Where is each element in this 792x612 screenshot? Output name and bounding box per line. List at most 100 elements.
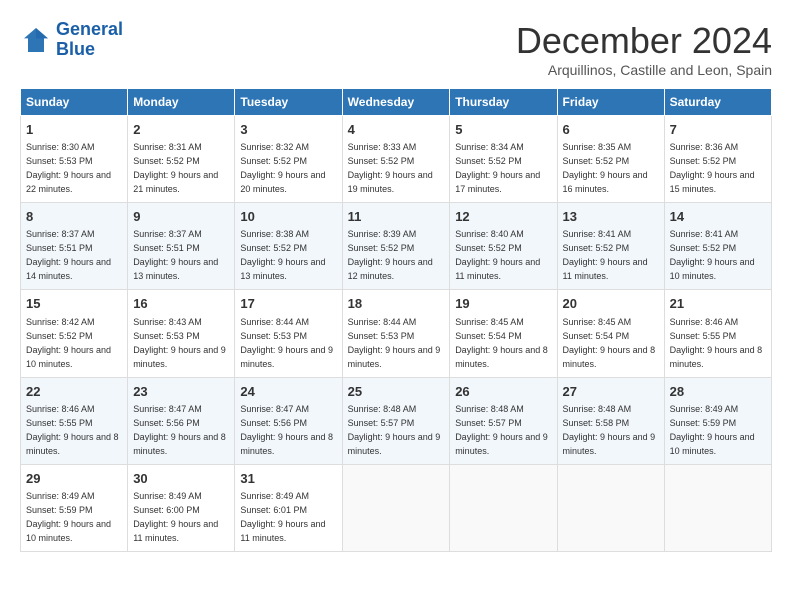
day-info: Sunrise: 8:41 AMSunset: 5:52 PMDaylight:… (670, 229, 755, 281)
day-number: 18 (348, 295, 445, 313)
list-item: 11 Sunrise: 8:39 AMSunset: 5:52 PMDaylig… (342, 203, 450, 290)
day-number: 24 (240, 383, 336, 401)
day-info: Sunrise: 8:49 AMSunset: 6:00 PMDaylight:… (133, 491, 218, 543)
logo-icon (20, 24, 52, 56)
month-title: December 2024 (516, 20, 772, 62)
day-info: Sunrise: 8:48 AMSunset: 5:57 PMDaylight:… (455, 404, 548, 456)
list-item: 21 Sunrise: 8:46 AMSunset: 5:55 PMDaylig… (664, 290, 771, 377)
day-info: Sunrise: 8:39 AMSunset: 5:52 PMDaylight:… (348, 229, 433, 281)
list-item: 15 Sunrise: 8:42 AMSunset: 5:52 PMDaylig… (21, 290, 128, 377)
day-number: 14 (670, 208, 766, 226)
col-saturday: Saturday (664, 89, 771, 116)
list-item: 27 Sunrise: 8:48 AMSunset: 5:58 PMDaylig… (557, 377, 664, 464)
day-info: Sunrise: 8:40 AMSunset: 5:52 PMDaylight:… (455, 229, 540, 281)
day-info: Sunrise: 8:48 AMSunset: 5:58 PMDaylight:… (563, 404, 656, 456)
day-info: Sunrise: 8:32 AMSunset: 5:52 PMDaylight:… (240, 142, 325, 194)
day-info: Sunrise: 8:36 AMSunset: 5:52 PMDaylight:… (670, 142, 755, 194)
list-item: 12 Sunrise: 8:40 AMSunset: 5:52 PMDaylig… (450, 203, 557, 290)
day-info: Sunrise: 8:42 AMSunset: 5:52 PMDaylight:… (26, 317, 111, 369)
list-item (664, 464, 771, 551)
day-info: Sunrise: 8:46 AMSunset: 5:55 PMDaylight:… (670, 317, 763, 369)
day-number: 1 (26, 121, 122, 139)
list-item: 1 Sunrise: 8:30 AMSunset: 5:53 PMDayligh… (21, 116, 128, 203)
list-item: 14 Sunrise: 8:41 AMSunset: 5:52 PMDaylig… (664, 203, 771, 290)
day-info: Sunrise: 8:37 AMSunset: 5:51 PMDaylight:… (133, 229, 218, 281)
list-item: 2 Sunrise: 8:31 AMSunset: 5:52 PMDayligh… (128, 116, 235, 203)
list-item: 7 Sunrise: 8:36 AMSunset: 5:52 PMDayligh… (664, 116, 771, 203)
day-number: 28 (670, 383, 766, 401)
list-item (342, 464, 450, 551)
table-row: 8 Sunrise: 8:37 AMSunset: 5:51 PMDayligh… (21, 203, 772, 290)
col-friday: Friday (557, 89, 664, 116)
day-info: Sunrise: 8:49 AMSunset: 5:59 PMDaylight:… (26, 491, 111, 543)
day-info: Sunrise: 8:46 AMSunset: 5:55 PMDaylight:… (26, 404, 119, 456)
day-number: 27 (563, 383, 659, 401)
day-number: 11 (348, 208, 445, 226)
list-item: 19 Sunrise: 8:45 AMSunset: 5:54 PMDaylig… (450, 290, 557, 377)
day-number: 26 (455, 383, 551, 401)
list-item: 4 Sunrise: 8:33 AMSunset: 5:52 PMDayligh… (342, 116, 450, 203)
header-row: Sunday Monday Tuesday Wednesday Thursday… (21, 89, 772, 116)
day-info: Sunrise: 8:49 AMSunset: 5:59 PMDaylight:… (670, 404, 755, 456)
day-number: 20 (563, 295, 659, 313)
day-info: Sunrise: 8:34 AMSunset: 5:52 PMDaylight:… (455, 142, 540, 194)
day-number: 31 (240, 470, 336, 488)
day-number: 7 (670, 121, 766, 139)
day-info: Sunrise: 8:49 AMSunset: 6:01 PMDaylight:… (240, 491, 325, 543)
day-info: Sunrise: 8:45 AMSunset: 5:54 PMDaylight:… (455, 317, 548, 369)
day-number: 25 (348, 383, 445, 401)
day-number: 10 (240, 208, 336, 226)
list-item: 23 Sunrise: 8:47 AMSunset: 5:56 PMDaylig… (128, 377, 235, 464)
day-number: 29 (26, 470, 122, 488)
table-row: 29 Sunrise: 8:49 AMSunset: 5:59 PMDaylig… (21, 464, 772, 551)
list-item: 31 Sunrise: 8:49 AMSunset: 6:01 PMDaylig… (235, 464, 342, 551)
logo-blue: Blue (56, 39, 95, 59)
logo-general: General (56, 19, 123, 39)
day-number: 16 (133, 295, 229, 313)
day-number: 12 (455, 208, 551, 226)
day-number: 2 (133, 121, 229, 139)
col-thursday: Thursday (450, 89, 557, 116)
day-number: 6 (563, 121, 659, 139)
col-wednesday: Wednesday (342, 89, 450, 116)
day-number: 13 (563, 208, 659, 226)
list-item: 29 Sunrise: 8:49 AMSunset: 5:59 PMDaylig… (21, 464, 128, 551)
day-info: Sunrise: 8:41 AMSunset: 5:52 PMDaylight:… (563, 229, 648, 281)
day-number: 22 (26, 383, 122, 401)
list-item: 17 Sunrise: 8:44 AMSunset: 5:53 PMDaylig… (235, 290, 342, 377)
list-item (450, 464, 557, 551)
day-number: 21 (670, 295, 766, 313)
day-info: Sunrise: 8:44 AMSunset: 5:53 PMDaylight:… (240, 317, 333, 369)
day-number: 8 (26, 208, 122, 226)
logo: General Blue (20, 20, 123, 60)
col-monday: Monday (128, 89, 235, 116)
list-item: 13 Sunrise: 8:41 AMSunset: 5:52 PMDaylig… (557, 203, 664, 290)
location-title: Arquillinos, Castille and Leon, Spain (516, 62, 772, 78)
day-info: Sunrise: 8:37 AMSunset: 5:51 PMDaylight:… (26, 229, 111, 281)
list-item: 8 Sunrise: 8:37 AMSunset: 5:51 PMDayligh… (21, 203, 128, 290)
day-number: 17 (240, 295, 336, 313)
list-item: 26 Sunrise: 8:48 AMSunset: 5:57 PMDaylig… (450, 377, 557, 464)
day-number: 19 (455, 295, 551, 313)
day-info: Sunrise: 8:30 AMSunset: 5:53 PMDaylight:… (26, 142, 111, 194)
day-number: 9 (133, 208, 229, 226)
table-row: 22 Sunrise: 8:46 AMSunset: 5:55 PMDaylig… (21, 377, 772, 464)
title-section: December 2024 Arquillinos, Castille and … (516, 20, 772, 78)
calendar-table: Sunday Monday Tuesday Wednesday Thursday… (20, 88, 772, 552)
day-number: 23 (133, 383, 229, 401)
day-info: Sunrise: 8:47 AMSunset: 5:56 PMDaylight:… (240, 404, 333, 456)
list-item: 24 Sunrise: 8:47 AMSunset: 5:56 PMDaylig… (235, 377, 342, 464)
day-number: 30 (133, 470, 229, 488)
list-item: 28 Sunrise: 8:49 AMSunset: 5:59 PMDaylig… (664, 377, 771, 464)
list-item: 18 Sunrise: 8:44 AMSunset: 5:53 PMDaylig… (342, 290, 450, 377)
list-item: 9 Sunrise: 8:37 AMSunset: 5:51 PMDayligh… (128, 203, 235, 290)
day-info: Sunrise: 8:35 AMSunset: 5:52 PMDaylight:… (563, 142, 648, 194)
day-number: 5 (455, 121, 551, 139)
day-info: Sunrise: 8:43 AMSunset: 5:53 PMDaylight:… (133, 317, 226, 369)
col-sunday: Sunday (21, 89, 128, 116)
table-row: 15 Sunrise: 8:42 AMSunset: 5:52 PMDaylig… (21, 290, 772, 377)
day-number: 3 (240, 121, 336, 139)
day-info: Sunrise: 8:45 AMSunset: 5:54 PMDaylight:… (563, 317, 656, 369)
list-item: 10 Sunrise: 8:38 AMSunset: 5:52 PMDaylig… (235, 203, 342, 290)
list-item: 6 Sunrise: 8:35 AMSunset: 5:52 PMDayligh… (557, 116, 664, 203)
